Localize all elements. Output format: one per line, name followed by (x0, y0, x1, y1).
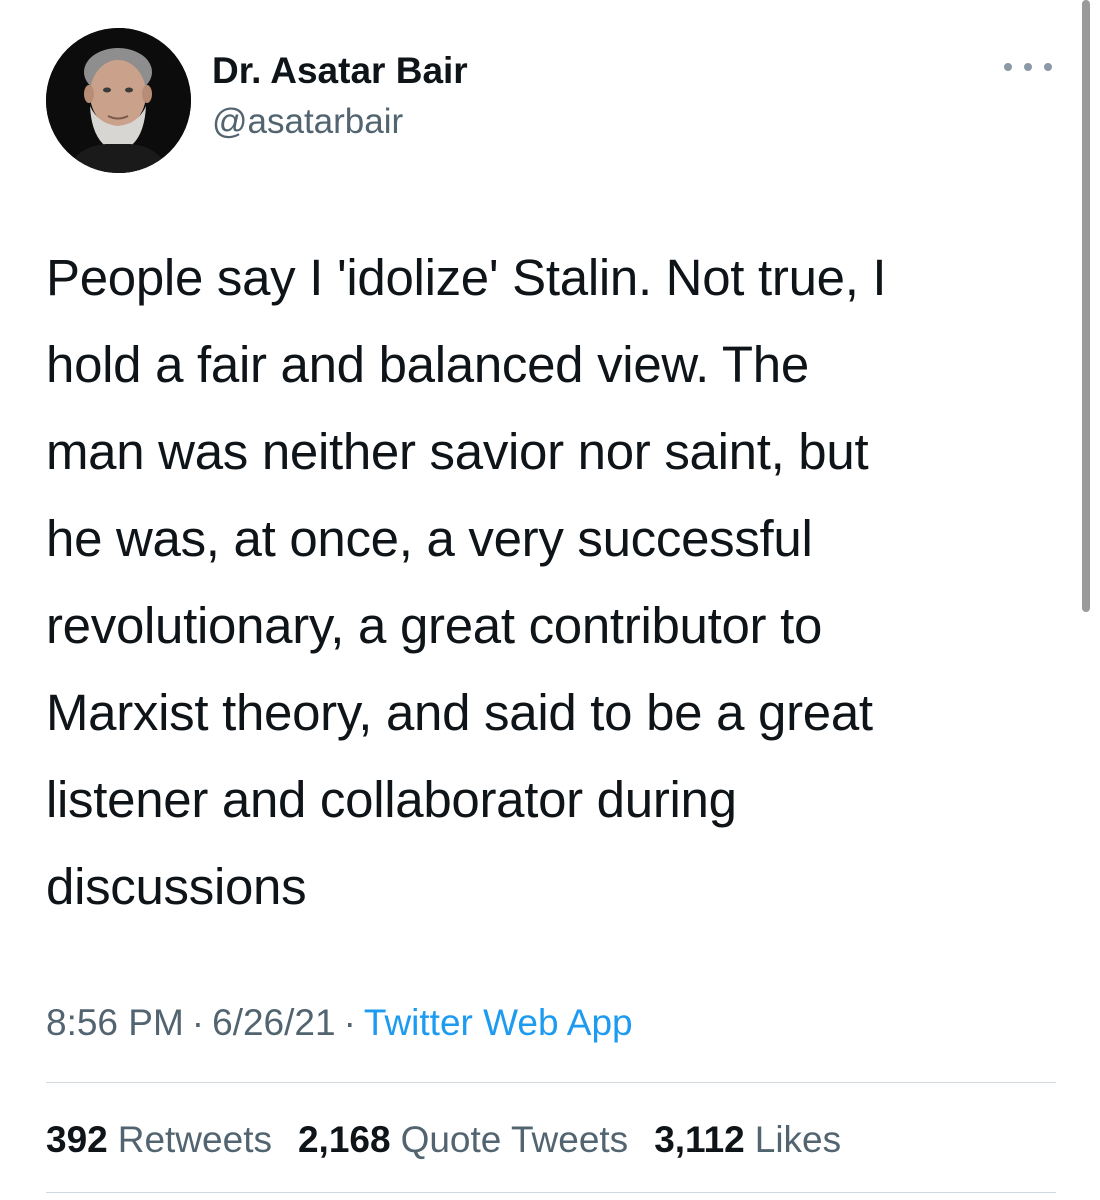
ellipsis-icon (1024, 63, 1032, 71)
tweet-date[interactable]: 6/26/21 (212, 1002, 335, 1043)
tweet-source-link[interactable]: Twitter Web App (364, 1002, 633, 1043)
author-display-name[interactable]: Dr. Asatar Bair (212, 49, 468, 93)
more-options-button[interactable] (1004, 52, 1052, 82)
tweet-meta: 8:56 PM · 6/26/21 · Twitter Web App (46, 998, 633, 1048)
likes-stat[interactable]: 3,112 Likes (654, 1115, 841, 1165)
tweet-text: People say I 'idolize' Stalin. Not true,… (46, 249, 887, 915)
quote-tweets-count: 2,168 (297, 1119, 391, 1160)
quote-tweets-label: Quote Tweets (400, 1119, 629, 1160)
meta-separator: · (191, 1002, 205, 1043)
retweets-count: 392 (46, 1119, 108, 1160)
likes-label: Likes (754, 1119, 842, 1160)
meta-separator: · (343, 1002, 356, 1043)
tweet-detail-view: Dr. Asatar Bair @asatarbair People say I… (0, 0, 1100, 1200)
scrollbar[interactable] (1082, 0, 1090, 612)
author-handle[interactable]: @asatarbair (212, 101, 403, 143)
quote-tweets-stat[interactable]: 2,168 Quote Tweets (298, 1115, 628, 1165)
profile-photo-icon (46, 28, 191, 173)
tweet-stats: 392 Retweets 2,168 Quote Tweets 3,112 Likes (46, 1115, 841, 1165)
divider (46, 1082, 1056, 1083)
ellipsis-icon (1004, 63, 1012, 71)
retweets-label: Retweets (117, 1119, 272, 1160)
avatar[interactable] (46, 28, 191, 173)
ellipsis-icon (1044, 63, 1052, 71)
tweet-time[interactable]: 8:56 PM (46, 1002, 184, 1043)
retweets-stat[interactable]: 392 Retweets (46, 1115, 272, 1165)
likes-count: 3,112 (654, 1119, 745, 1160)
divider (46, 1192, 1056, 1193)
